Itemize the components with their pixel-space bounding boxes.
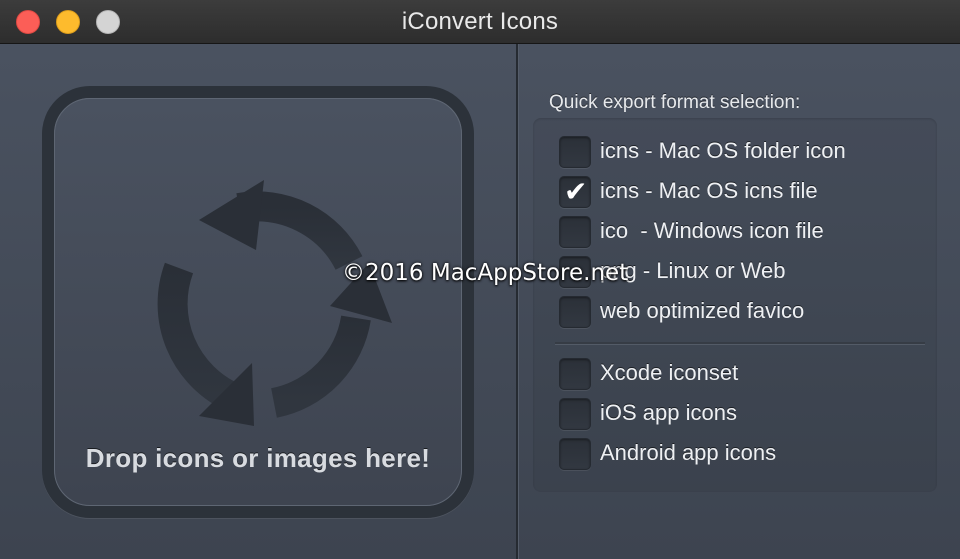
- option-android-app-icons[interactable]: Android app icons: [559, 438, 929, 472]
- option-icns-file[interactable]: ✔ icns - Mac OS icns file: [559, 176, 929, 210]
- checkbox[interactable]: [559, 296, 591, 328]
- app-window: iConvert Icons Drop icons or images here…: [0, 0, 960, 559]
- title-bar[interactable]: iConvert Icons: [0, 0, 960, 44]
- option-icns-folder[interactable]: icns - Mac OS folder icon: [559, 136, 929, 170]
- watermark-text: ©2016 MacAppStore.net: [342, 260, 629, 286]
- option-label: Xcode iconset: [600, 360, 739, 385]
- option-ios-app-icons[interactable]: iOS app icons: [559, 398, 929, 432]
- checkmark-icon: ✔: [564, 176, 588, 207]
- option-web-favico[interactable]: web optimized favico: [559, 296, 929, 330]
- option-label: iOS app icons: [600, 400, 737, 425]
- option-xcode-iconset[interactable]: Xcode iconset: [559, 358, 929, 392]
- checkbox[interactable]: [559, 398, 591, 430]
- checkbox[interactable]: [559, 358, 591, 390]
- drop-zone-label: Drop icons or images here!: [85, 443, 431, 473]
- refresh-arrows-icon: [157, 180, 392, 426]
- checkbox[interactable]: [559, 216, 591, 248]
- export-pane: Quick export format selection: icns - Ma…: [519, 44, 960, 559]
- option-label: Android app icons: [600, 440, 777, 465]
- checkbox-checked[interactable]: ✔: [559, 176, 591, 208]
- checkbox[interactable]: [559, 136, 591, 168]
- export-options-group: icns - Mac OS folder icon ✔ icns - Mac O…: [533, 118, 937, 492]
- drop-zone[interactable]: Drop icons or images here!: [42, 86, 474, 518]
- checkbox[interactable]: [559, 438, 591, 470]
- options-separator: [555, 342, 925, 345]
- option-label: icns - Mac OS icns file: [600, 178, 818, 203]
- option-ico-windows[interactable]: ico - Windows icon file: [559, 216, 929, 250]
- option-label: icns - Mac OS folder icon: [600, 138, 846, 163]
- option-label: ico - Windows icon file: [600, 218, 824, 243]
- export-section-label: Quick export format selection:: [549, 92, 801, 113]
- window-title: iConvert Icons: [401, 8, 559, 35]
- option-label: web optimized favico: [600, 298, 805, 323]
